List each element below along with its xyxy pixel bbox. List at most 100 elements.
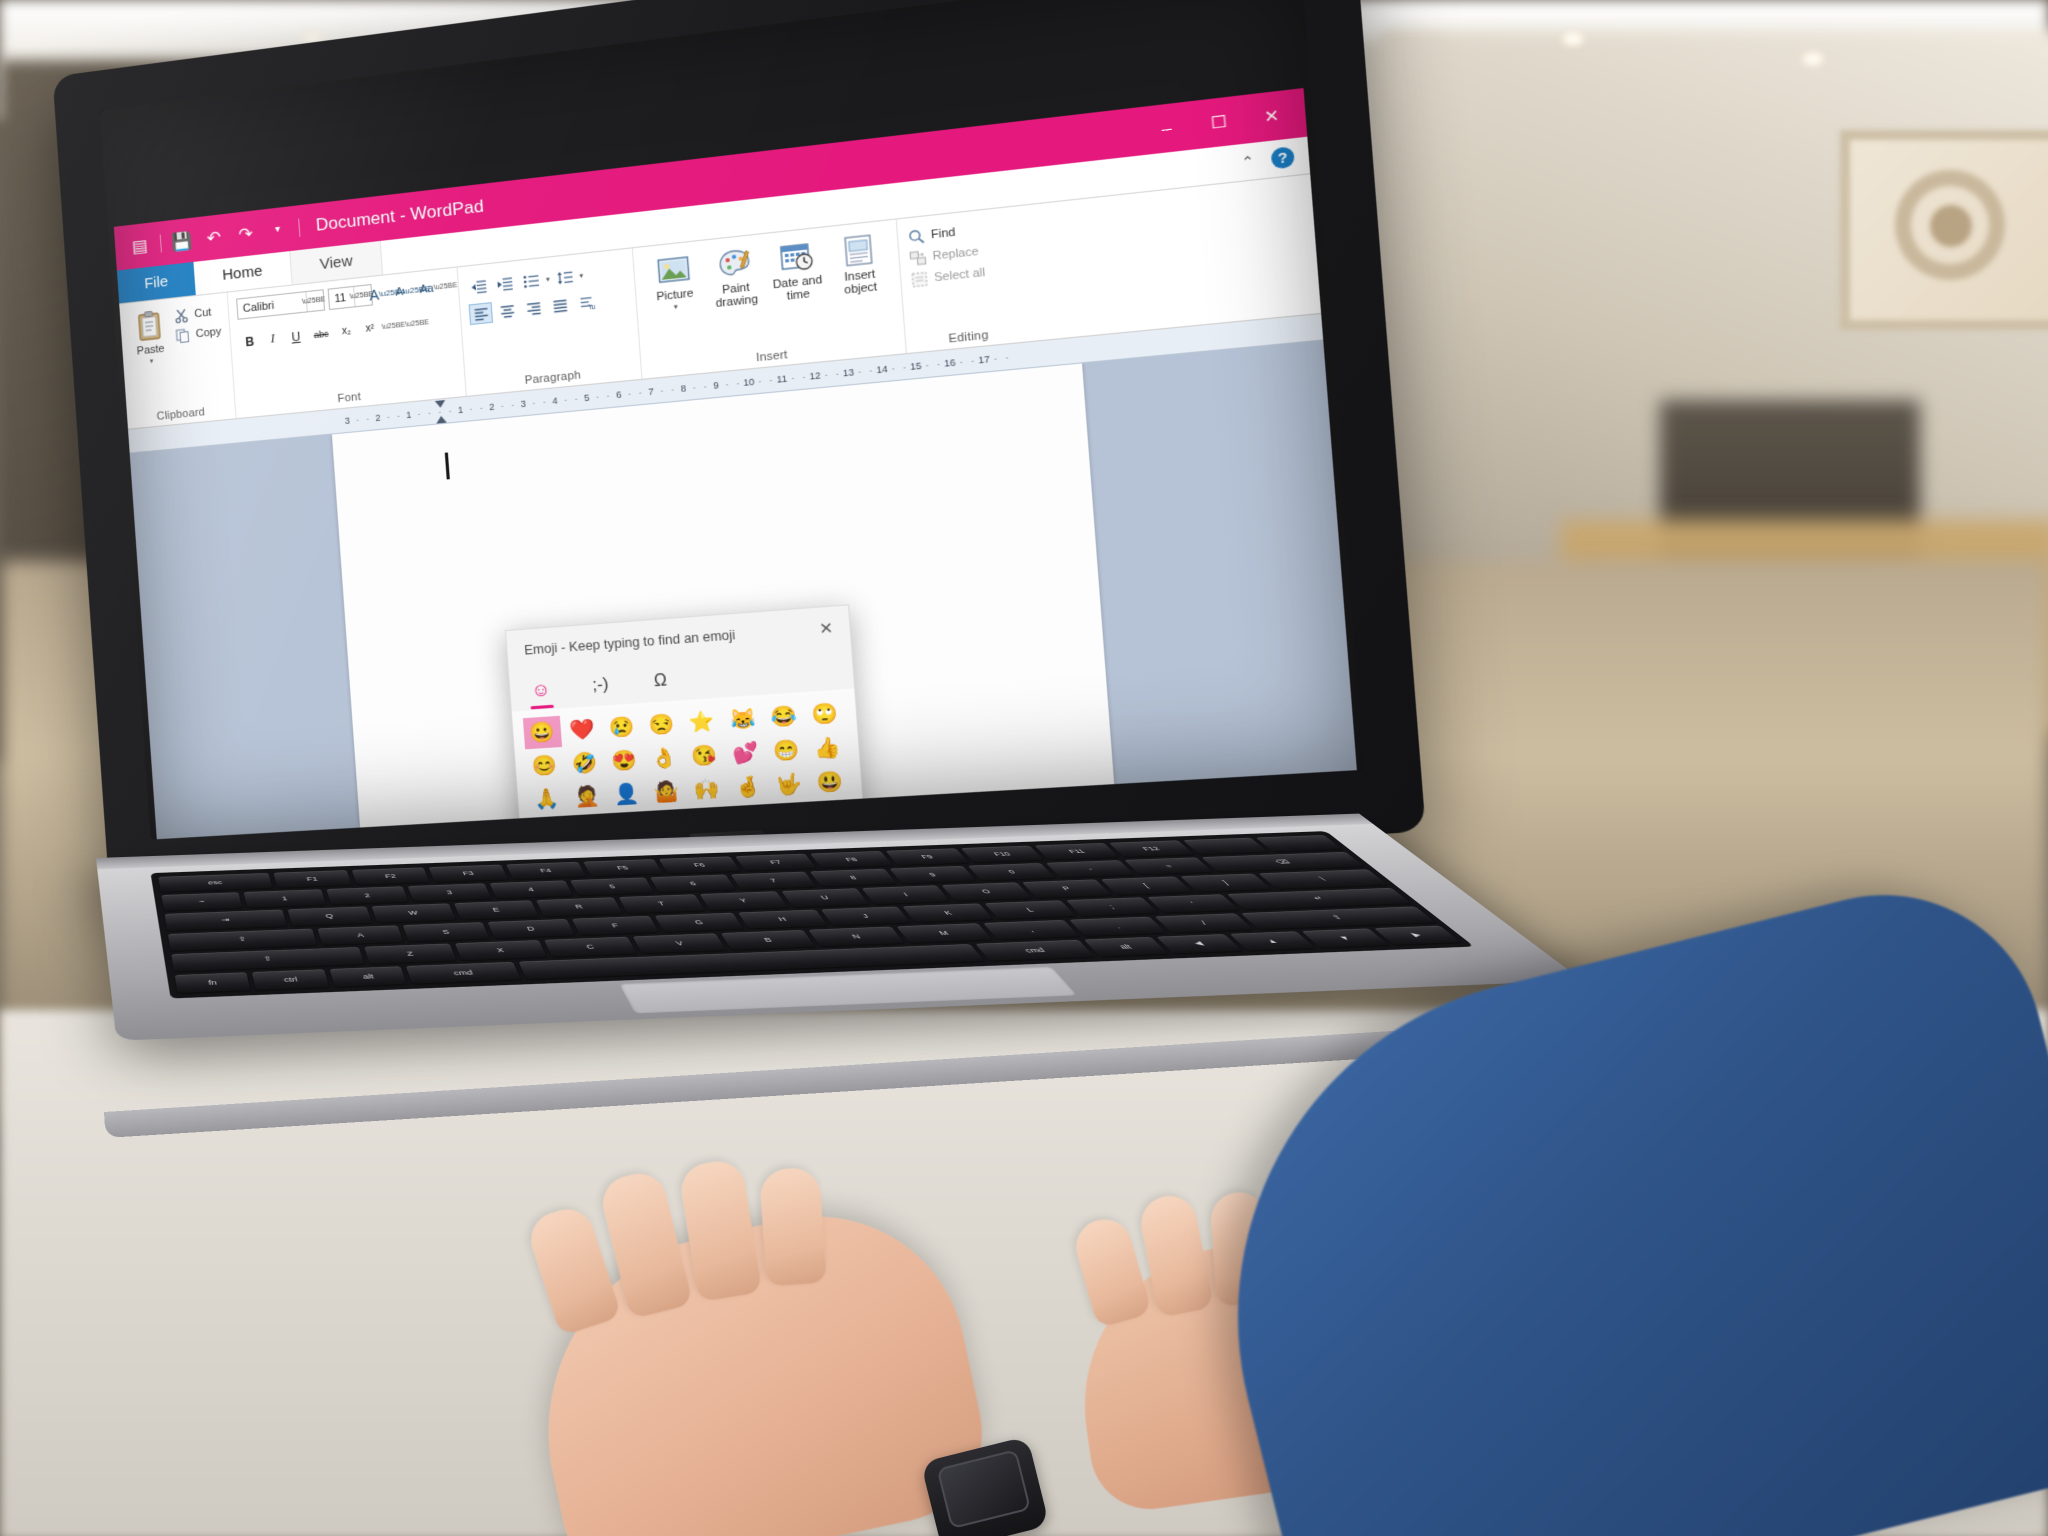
keyboard-key[interactable]: ⇥ bbox=[164, 909, 287, 931]
person-facepalming-icon[interactable]: 🤦 bbox=[567, 780, 607, 813]
keyboard-key[interactable]: F12 bbox=[1108, 840, 1195, 858]
keyboard-key[interactable]: R bbox=[536, 897, 623, 917]
minimize-button[interactable]: – bbox=[1140, 109, 1195, 148]
italic-button[interactable]: I bbox=[261, 327, 284, 350]
keyboard-key[interactable]: F11 bbox=[1034, 842, 1120, 860]
bust-in-silhouette-icon[interactable]: 👤 bbox=[607, 777, 647, 811]
keyboard-key[interactable]: = bbox=[1124, 857, 1214, 875]
align-left-button[interactable] bbox=[468, 302, 494, 326]
keyboard-key[interactable]: F9 bbox=[885, 848, 969, 866]
find-button[interactable]: Find bbox=[907, 221, 983, 246]
keyboard-key[interactable]: ⌫ bbox=[1201, 852, 1365, 873]
thumbs-up-icon[interactable]: 👍 bbox=[807, 731, 849, 765]
keyboard-key[interactable]: D bbox=[487, 918, 575, 939]
keyboard-key[interactable]: P bbox=[1021, 879, 1112, 898]
keyboard-key[interactable]: ▲ bbox=[1228, 931, 1316, 951]
keyboard-key[interactable]: F7 bbox=[734, 853, 817, 871]
love-you-gesture-icon[interactable]: 🤟 bbox=[768, 768, 809, 802]
font-family-combo[interactable]: Calibri \u25BE bbox=[236, 289, 326, 320]
broken-heart-icon[interactable]: 💔 bbox=[609, 811, 649, 839]
keyboard-key[interactable]: ▼ bbox=[1301, 928, 1389, 948]
keyboard-key[interactable]: C bbox=[543, 936, 637, 957]
keyboard-key[interactable]: Y bbox=[699, 891, 788, 911]
replace-button[interactable]: Replace bbox=[908, 243, 984, 268]
keyboard-key[interactable]: 9 bbox=[889, 865, 977, 884]
grinning-face-icon[interactable]: 😀 bbox=[522, 715, 563, 750]
keyboard-key[interactable]: M bbox=[895, 923, 993, 943]
keyboard-key[interactable]: F2 bbox=[351, 867, 430, 886]
beaming-face-icon[interactable]: 😁 bbox=[766, 734, 807, 768]
emoji-panel-close-button[interactable]: ✕ bbox=[811, 614, 842, 644]
keyboard-key[interactable]: Q bbox=[287, 906, 372, 926]
two-hearts-icon[interactable]: 💕 bbox=[725, 736, 766, 770]
star-icon[interactable]: ⭐ bbox=[682, 705, 723, 739]
wordpad-app-icon[interactable]: ▤ bbox=[128, 234, 151, 258]
keyboard-key[interactable]: esc bbox=[158, 872, 273, 893]
keyboard-key[interactable]: \ bbox=[1258, 869, 1388, 889]
keyboard-key[interactable]: ⇪ bbox=[167, 928, 318, 951]
keyboard-key[interactable]: / bbox=[1154, 913, 1254, 933]
change-case-button[interactable]: Aa \u25BE bbox=[419, 276, 457, 300]
keyboard-key[interactable]: ; bbox=[1065, 896, 1158, 916]
face-with-rolling-eyes-icon[interactable]: 🙄 bbox=[804, 697, 846, 732]
keyboard-key[interactable]: O bbox=[941, 882, 1032, 901]
keyboard-key[interactable]: F bbox=[571, 915, 660, 936]
symbols-tab[interactable]: Ω bbox=[643, 664, 678, 700]
insert-paint-drawing-button[interactable]: Paint drawing bbox=[703, 242, 768, 312]
keyboard-key[interactable]: F5 bbox=[582, 859, 664, 877]
decrease-indent-button[interactable] bbox=[467, 275, 491, 298]
copy-button[interactable]: Copy bbox=[175, 324, 222, 345]
party-popper-icon[interactable]: 🎉 bbox=[812, 799, 854, 833]
keyboard-key[interactable]: N bbox=[808, 926, 905, 947]
keyboard-key[interactable]: - bbox=[1046, 860, 1136, 878]
keyboard-key[interactable]: A bbox=[317, 925, 404, 945]
keyboard-key[interactable]: cmd bbox=[406, 961, 521, 984]
winking-face-with-tongue-icon[interactable]: 😜 bbox=[649, 809, 689, 840]
chevron-down-icon[interactable]: \u25BE bbox=[349, 285, 373, 307]
smiling-face-with-sunglasses-icon[interactable]: 😎 bbox=[530, 816, 570, 840]
keyboard-key[interactable]: 2 bbox=[326, 886, 409, 905]
face-blowing-a-kiss-icon[interactable]: 😘 bbox=[684, 739, 725, 773]
keyboard-key[interactable]: 5 bbox=[570, 877, 655, 896]
red-heart-icon[interactable]: ❤️ bbox=[562, 713, 602, 747]
insert-picture-button[interactable]: Picture ▾ bbox=[642, 248, 706, 314]
keyboard-key[interactable]: 1 bbox=[243, 889, 326, 908]
raising-hands-icon[interactable]: 🙌 bbox=[687, 773, 728, 807]
keyboard-key[interactable]: 8 bbox=[810, 868, 897, 887]
save-icon[interactable]: 💾 bbox=[170, 229, 193, 253]
picture-caret-icon[interactable]: ▾ bbox=[674, 304, 678, 312]
maximize-button[interactable]: ☐ bbox=[1191, 103, 1246, 142]
strikethrough-button[interactable]: abc bbox=[308, 322, 335, 346]
highlight-caret-icon[interactable]: \u25BE bbox=[405, 319, 429, 329]
keyboard-key[interactable]: ] bbox=[1179, 873, 1272, 892]
face-with-tears-of-joy-icon[interactable]: 😂 bbox=[763, 700, 804, 734]
cat-with-tears-of-joy-icon[interactable]: 😹 bbox=[722, 702, 763, 736]
crying-face-icon[interactable]: 😢 bbox=[602, 710, 642, 744]
keyboard-key[interactable]: ctrl bbox=[252, 969, 330, 991]
keyboard-key[interactable]: F10 bbox=[960, 845, 1045, 863]
unamused-face-icon[interactable]: 😒 bbox=[642, 708, 682, 742]
keyboard-key[interactable]: T bbox=[618, 894, 706, 914]
bullets-caret-icon[interactable]: ▾ bbox=[546, 276, 550, 284]
bold-button[interactable]: B bbox=[238, 330, 260, 353]
bullets-button[interactable] bbox=[519, 270, 544, 293]
highlight-button[interactable]: \u25BE bbox=[405, 312, 429, 336]
subscript-button[interactable]: x₂ bbox=[335, 319, 358, 343]
keyboard-key[interactable]: . bbox=[1069, 916, 1167, 937]
keyboard-key[interactable]: I bbox=[861, 885, 951, 904]
smiling-face-with-smiling-eyes-icon[interactable]: 😊 bbox=[525, 749, 565, 782]
keyboard-key[interactable]: F6 bbox=[658, 856, 741, 874]
ok-hand-icon[interactable]: 👌 bbox=[644, 741, 684, 775]
justify-button[interactable] bbox=[547, 294, 572, 317]
line-spacing-caret-icon[interactable]: ▾ bbox=[579, 272, 583, 280]
folded-hands-icon[interactable]: 🙏 bbox=[528, 782, 568, 815]
keyboard-key[interactable]: J bbox=[820, 906, 911, 926]
insert-date-time-button[interactable]: Date and time bbox=[764, 235, 830, 305]
line-spacing-button[interactable] bbox=[552, 266, 577, 289]
keyboard-key[interactable] bbox=[1255, 835, 1343, 852]
insert-object-button[interactable]: Insert object bbox=[826, 228, 892, 299]
keyboard-key[interactable]: B bbox=[720, 929, 816, 950]
chevron-down-icon[interactable]: \u25BE bbox=[302, 290, 326, 312]
kaomoji-tab[interactable]: ;-) bbox=[583, 668, 617, 704]
help-icon[interactable]: ? bbox=[1270, 146, 1296, 170]
